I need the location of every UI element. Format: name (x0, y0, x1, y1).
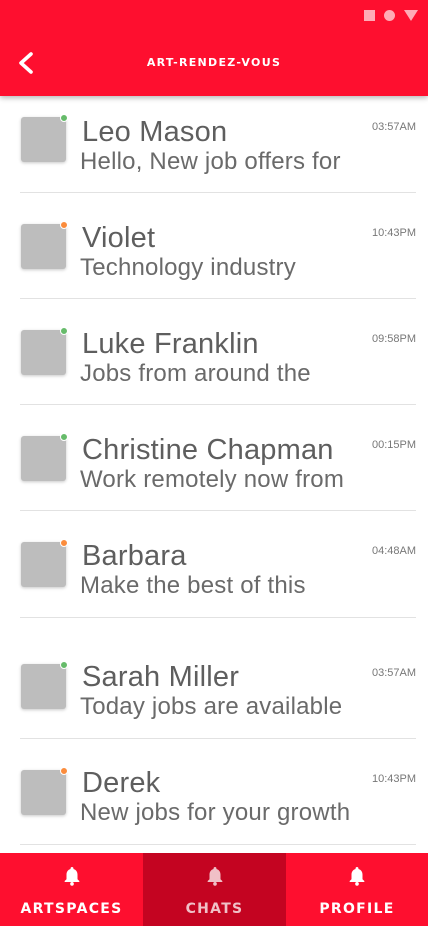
chat-message-preview: Jobs from around the (80, 360, 311, 387)
avatar (21, 542, 66, 587)
chat-timestamp: 10:43PM (371, 773, 416, 785)
app-bar: ART-RENDEZ-VOUS (0, 0, 428, 96)
bell-icon (349, 867, 365, 886)
avatar (21, 664, 66, 709)
avatar (21, 117, 66, 162)
tab-chats[interactable]: CHATS (143, 853, 286, 926)
circle-icon (384, 9, 395, 21)
chat-contact-name: Derek (82, 767, 161, 799)
chat-timestamp: 09:58PM (371, 333, 416, 345)
chat-timestamp: 03:57AM (371, 667, 416, 679)
tab-chats-label: CHATS (185, 901, 244, 917)
chat-message-preview: Make the best of this (80, 572, 306, 599)
chat-timestamp: 10:43PM (371, 227, 416, 239)
chat-list-item[interactable]: Sarah Miller Today jobs are available 03… (20, 618, 416, 739)
chat-message-preview: Hello, New job offers for (80, 148, 341, 175)
app-root: ART-RENDEZ-VOUS Leo Mason Hello, New job… (0, 0, 428, 926)
away-status-dot (60, 221, 68, 229)
chat-message-preview: Work remotely now from (80, 466, 345, 493)
tab-profile-label: PROFILE (319, 901, 395, 917)
chat-list-item[interactable]: Violet Technology industry 10:43PM (20, 193, 416, 299)
tab-artspaces-label: ARTSPACES (20, 901, 123, 917)
chat-list-item[interactable]: Leo Mason Hello, New job offers for 03:5… (20, 96, 416, 193)
avatar (21, 330, 66, 375)
chat-contact-name: Christine Chapman (82, 434, 334, 466)
online-status-dot (60, 661, 68, 669)
chat-contact-name: Violet (82, 222, 156, 254)
avatar (21, 224, 66, 269)
chat-list-item[interactable]: Barbara Make the best of this 04:48AM (20, 511, 416, 618)
online-status-dot (60, 114, 68, 122)
page-title: ART-RENDEZ-VOUS (146, 56, 282, 69)
chat-list-item[interactable]: Christine Chapman Work remotely now from… (20, 405, 416, 511)
chat-contact-name: Sarah Miller (82, 661, 240, 693)
away-status-dot (60, 767, 68, 775)
bell-icon (207, 867, 222, 886)
chat-message-preview: Technology industry (80, 254, 296, 281)
avatar (21, 770, 66, 815)
online-status-dot (60, 327, 68, 335)
tab-profile[interactable]: PROFILE (286, 853, 428, 926)
avatar (21, 436, 66, 481)
chat-message-preview: Today jobs are available (80, 693, 343, 720)
triangle-icon (404, 9, 418, 21)
away-status-dot (60, 539, 68, 547)
chat-timestamp: 04:48AM (371, 545, 416, 557)
chat-timestamp: 03:57AM (371, 121, 416, 133)
chat-contact-name: Leo Mason (82, 116, 228, 148)
square-icon (364, 9, 375, 21)
chat-list-item[interactable]: Derek New jobs for your growth 10:43PM (20, 739, 416, 845)
chat-message-preview: New jobs for your growth (80, 799, 351, 826)
bottom-navigation: ARTSPACES CHATS PROFILE (0, 853, 428, 926)
status-bar-icons (364, 9, 418, 21)
chat-timestamp: 00:15PM (371, 439, 416, 451)
bell-icon (64, 867, 79, 886)
tab-artspaces[interactable]: ARTSPACES (0, 853, 143, 926)
online-status-dot (60, 433, 68, 441)
chat-list-item[interactable]: Luke Franklin Jobs from around the 09:58… (20, 299, 416, 405)
divider (20, 844, 416, 845)
chat-contact-name: Barbara (82, 540, 187, 572)
chat-contact-name: Luke Franklin (82, 328, 259, 360)
